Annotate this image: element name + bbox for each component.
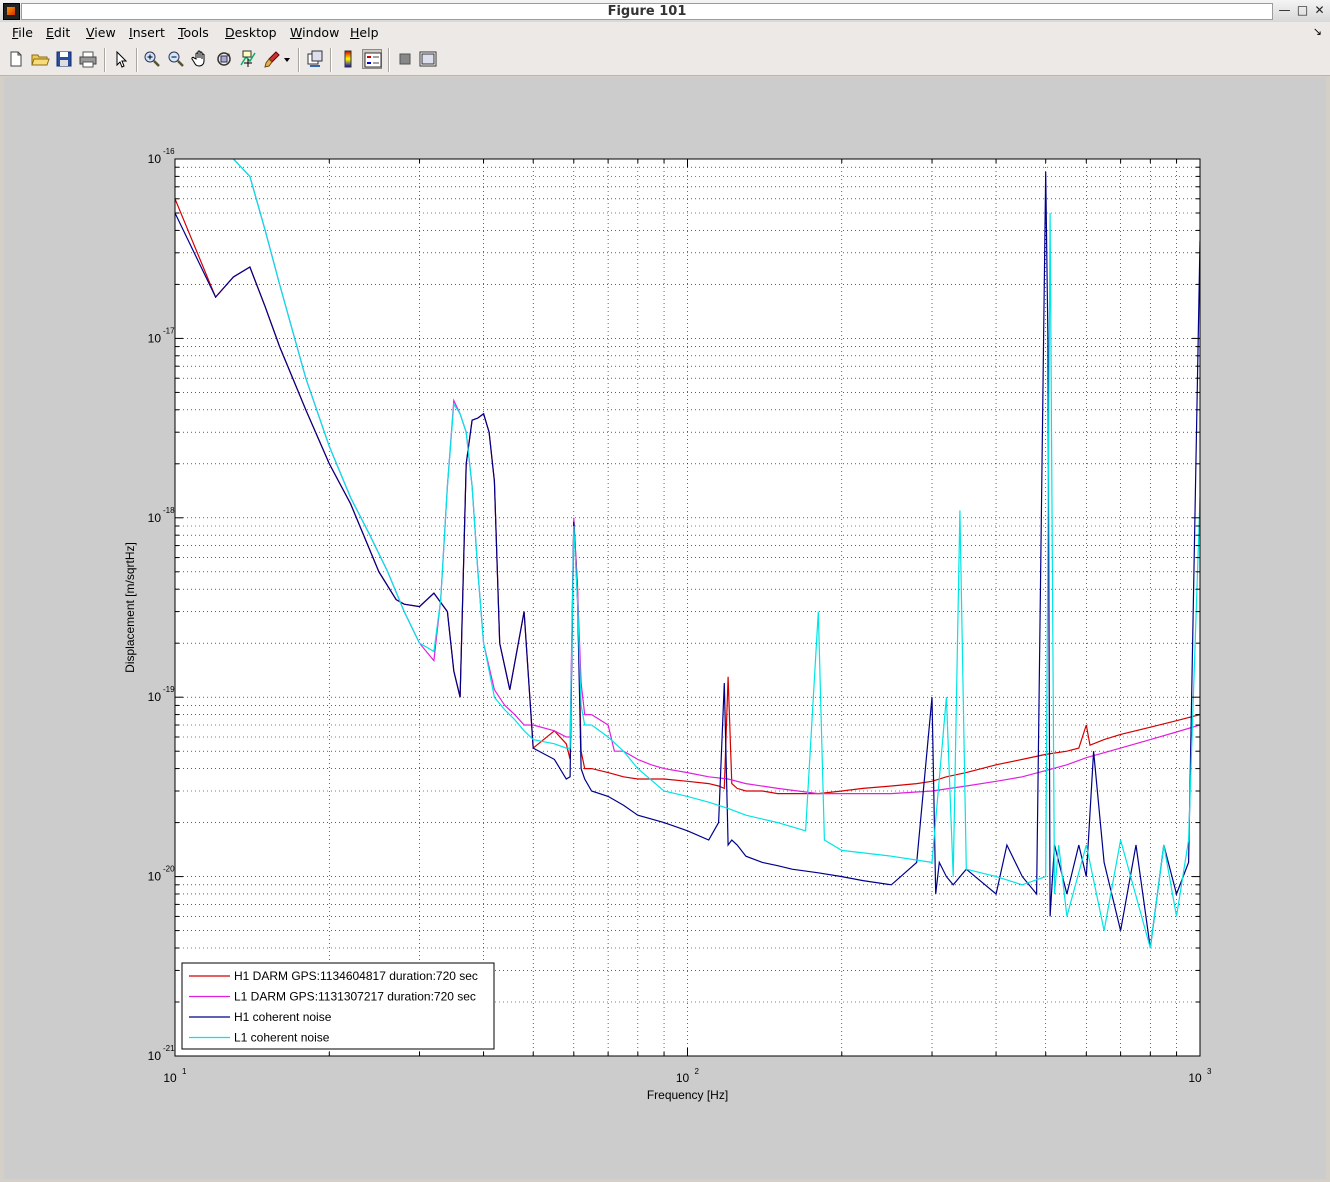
link-plot-icon[interactable]: [305, 49, 325, 69]
dock-figure-icon[interactable]: ↘: [1313, 25, 1322, 38]
menu-edit[interactable]: Edit: [46, 25, 70, 40]
pointer-icon[interactable]: [111, 49, 131, 69]
x-tick-label-exp: 2: [695, 1067, 700, 1076]
legend-entry: H1 coherent noise: [234, 1010, 332, 1024]
maximize-icon[interactable]: □: [1294, 3, 1311, 18]
close-icon[interactable]: ✕: [1311, 3, 1328, 18]
colorbar-icon[interactable]: [338, 49, 358, 69]
y-tick-label-base: 10: [148, 511, 162, 525]
y-tick-label-exp: -21: [163, 1044, 175, 1053]
hide-plot-tools-icon[interactable]: [395, 49, 415, 69]
menu-tools[interactable]: Tools: [178, 25, 209, 40]
menu-file[interactable]: File: [12, 25, 33, 40]
y-tick-label-base: 10: [148, 1049, 162, 1063]
legend-entry: H1 DARM GPS:1134604817 duration:720 sec: [234, 969, 478, 983]
menu-desktop[interactable]: Desktop: [225, 25, 277, 40]
open-file-icon[interactable]: [30, 49, 50, 69]
show-plot-tools-icon[interactable]: [418, 49, 438, 69]
legend-icon[interactable]: [362, 49, 382, 69]
x-tick-label-base: 10: [1188, 1071, 1202, 1085]
rotate-3d-icon[interactable]: [214, 49, 234, 69]
plot-area[interactable]: 10 1 10 2 10 310-2110-2010-1910-1810-1710-16 …: [4, 77, 1326, 1179]
y-tick-label-exp: -19: [163, 685, 175, 694]
y-tick-label-exp: -18: [163, 506, 175, 515]
y-tick-label-base: 10: [148, 331, 162, 345]
brush-dropdown-icon[interactable]: [282, 49, 292, 69]
y-tick-label-base: 10: [148, 152, 162, 166]
y-tick-label-base: 10: [148, 870, 162, 884]
legend-entry: L1 DARM GPS:1131307217 duration:720 sec: [234, 990, 476, 1004]
pan-hand-icon[interactable]: [190, 49, 210, 69]
print-icon[interactable]: [78, 49, 98, 69]
legend-box[interactable]: H1 DARM GPS:1134604817 duration:720 sec L…: [181, 962, 495, 1050]
y-tick-label-exp: -20: [163, 865, 175, 874]
menu-window[interactable]: Window: [290, 25, 339, 40]
minimize-icon[interactable]: —: [1276, 3, 1293, 18]
x-tick-label-base: 10: [163, 1071, 177, 1085]
menu-view[interactable]: View: [86, 25, 116, 40]
figure-canvas: 10 1 10 2 10 3 10 -21 10 -20 10 -19 10 -18 10 -17 10 -16 …: [4, 77, 1326, 1179]
brush-icon[interactable]: [262, 49, 282, 69]
zoom-out-icon[interactable]: [166, 49, 186, 69]
y-tick-label-exp: -17: [163, 326, 175, 335]
y-tick-label-exp: -16: [163, 147, 175, 156]
new-figure-icon[interactable]: [6, 49, 26, 69]
menu-help[interactable]: Help: [350, 25, 379, 40]
y-axis-label: Displacement [m/sqrtHz]: [123, 542, 137, 673]
zoom-in-icon[interactable]: [142, 49, 162, 69]
window-titlebar: Figure 101 — □ ✕: [0, 0, 1330, 23]
y-tick-label-base: 10: [148, 690, 162, 704]
x-tick-label-exp: 1: [182, 1067, 187, 1076]
figure-toolbar: [0, 43, 1330, 76]
data-cursor-icon[interactable]: [238, 49, 258, 69]
x-tick-label-exp: 3: [1207, 1067, 1212, 1076]
save-icon[interactable]: [54, 49, 74, 69]
menu-bar: ↘ File Edit View Insert Tools Desktop Window He…: [0, 22, 1330, 43]
window-title: Figure 101: [21, 3, 1273, 20]
menu-insert[interactable]: Insert: [129, 25, 165, 40]
x-axis-label: Frequency [Hz]: [647, 1088, 728, 1102]
matlab-app-icon[interactable]: [3, 3, 20, 20]
x-tick-label-base: 10: [676, 1071, 690, 1085]
legend-entry: L1 coherent noise: [234, 1031, 330, 1045]
